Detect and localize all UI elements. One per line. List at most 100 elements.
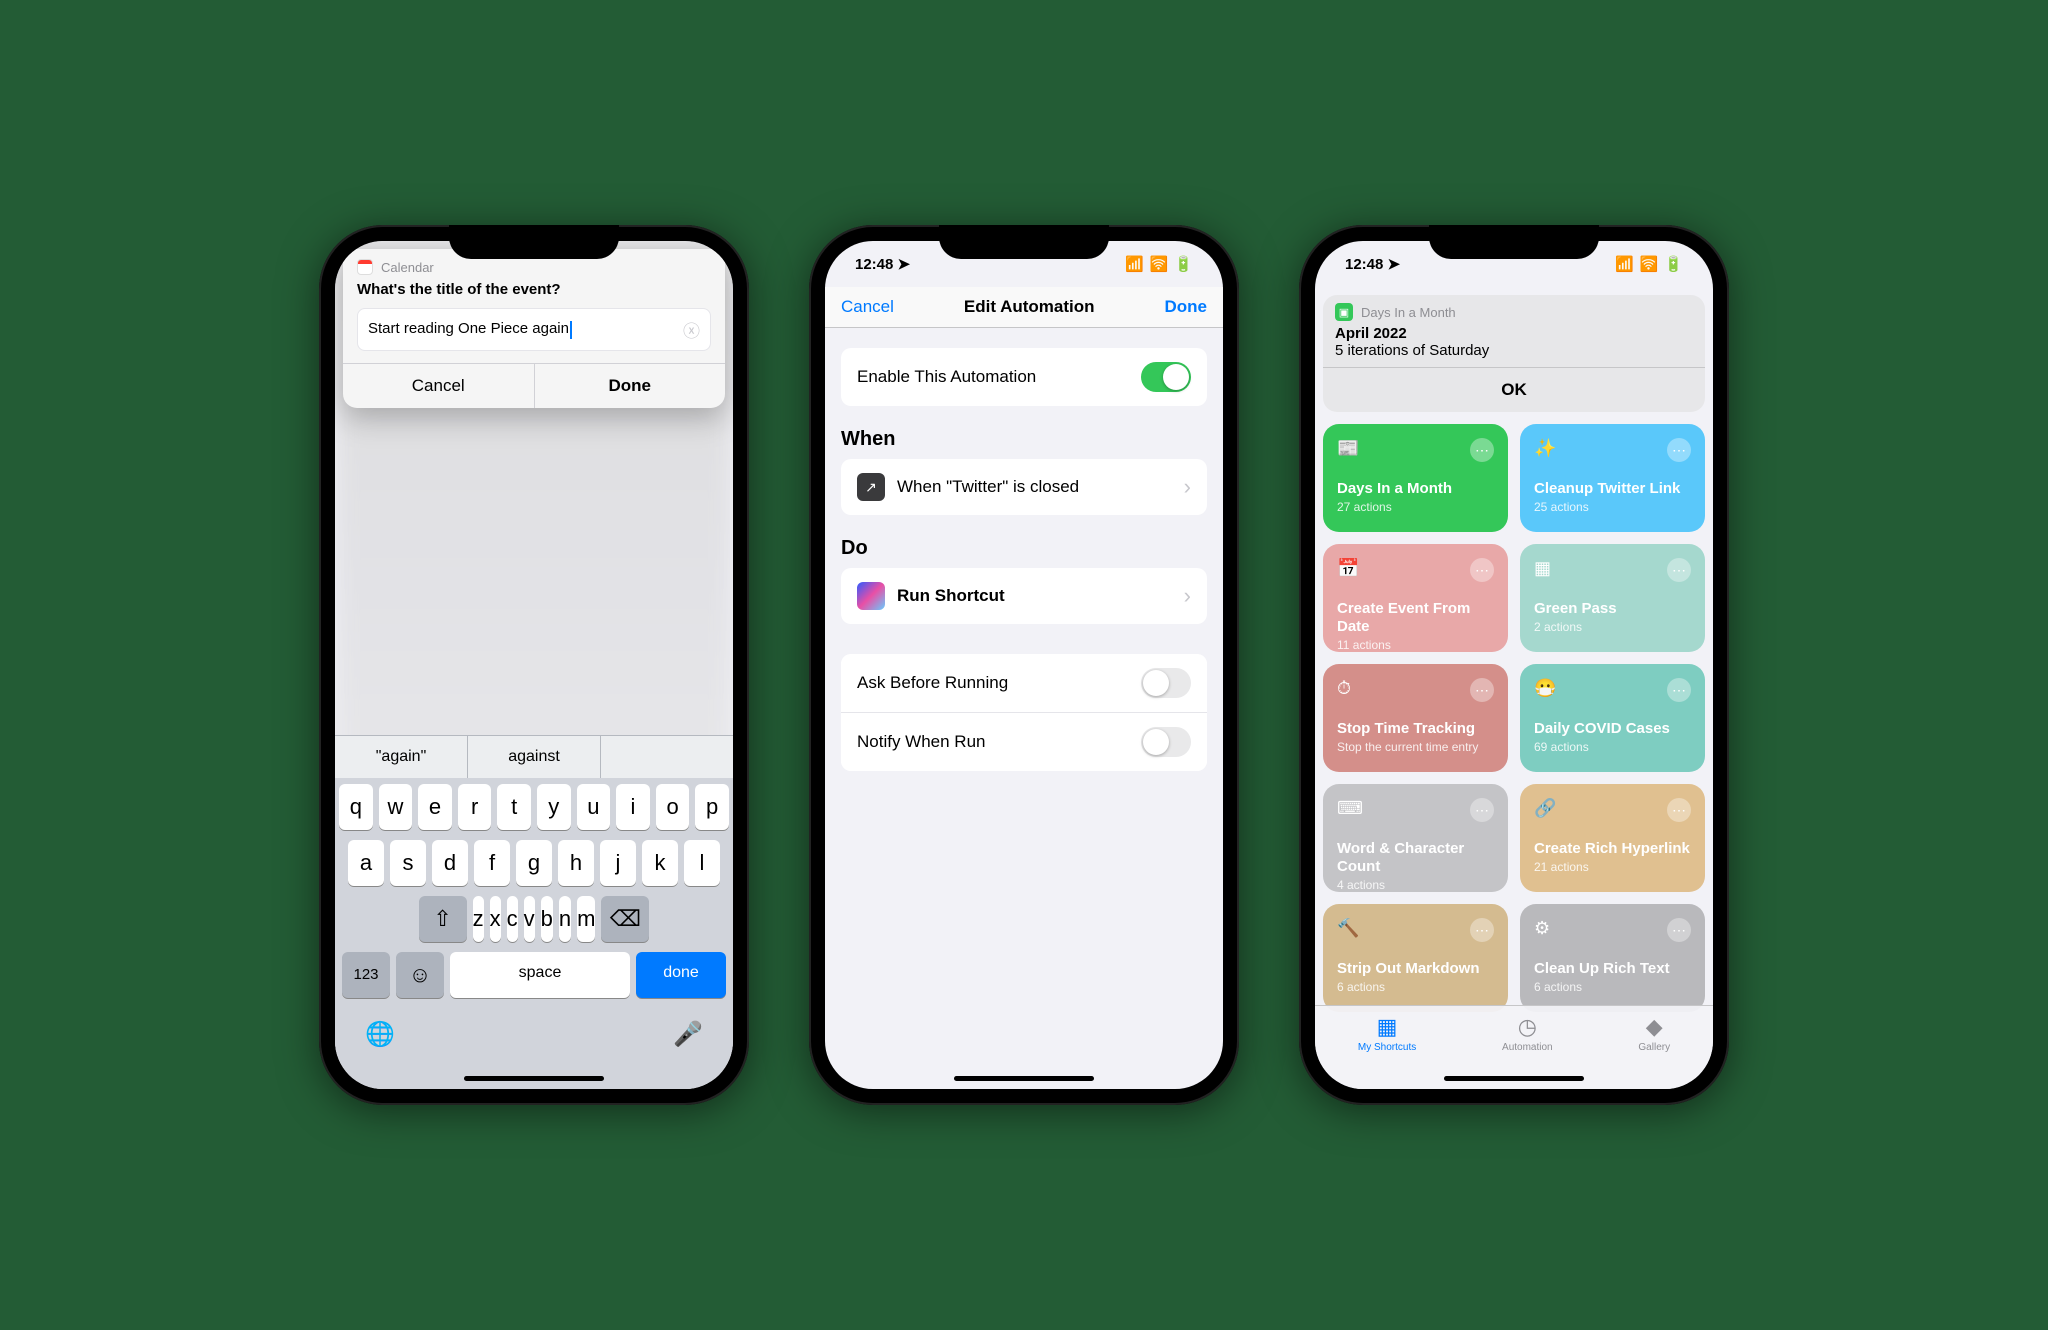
mic-icon[interactable]: 🎤 (673, 1020, 703, 1049)
keyboard-done-key[interactable]: done (636, 952, 726, 998)
tile-menu-icon[interactable]: ⋯ (1667, 558, 1691, 582)
key-a[interactable]: a (348, 840, 384, 886)
app-close-icon: ↗ (857, 473, 885, 501)
alert-title: April 2022 (1335, 325, 1693, 342)
tile-menu-icon[interactable]: ⋯ (1667, 678, 1691, 702)
ask-before-running-row: Ask Before Running (841, 654, 1207, 712)
key-y[interactable]: y (537, 784, 571, 830)
tile-name: Days In a Month (1337, 480, 1494, 498)
text-cursor (570, 321, 572, 339)
tile-name: Clean Up Rich Text (1534, 960, 1691, 978)
cancel-button[interactable]: Cancel (343, 364, 535, 408)
input-value: Start reading One Piece again (368, 320, 569, 337)
key-e[interactable]: e (418, 784, 452, 830)
key-q[interactable]: q (339, 784, 373, 830)
alert-ok-button[interactable]: OK (1323, 367, 1705, 412)
suggestion-2[interactable]: against (467, 736, 601, 778)
key-f[interactable]: f (474, 840, 510, 886)
battery-icon: 🔋 (1664, 255, 1683, 273)
suggestion-3[interactable] (601, 736, 733, 778)
key-r[interactable]: r (458, 784, 492, 830)
enable-toggle[interactable] (1141, 362, 1191, 392)
tile-menu-icon[interactable]: ⋯ (1470, 798, 1494, 822)
tile-icon: 🔨 (1337, 918, 1359, 939)
key-d[interactable]: d (432, 840, 468, 886)
tile-menu-icon[interactable]: ⋯ (1470, 678, 1494, 702)
event-title-input[interactable]: Start reading One Piece again ⓧ (357, 308, 711, 351)
tile-menu-icon[interactable]: ⋯ (1470, 438, 1494, 462)
key-o[interactable]: o (656, 784, 690, 830)
key-c[interactable]: c (507, 896, 518, 942)
clear-icon[interactable]: ⓧ (683, 317, 700, 342)
numbers-key[interactable]: 123 (342, 952, 390, 998)
shortcut-tile[interactable]: 🔗⋯Create Rich Hyperlink21 actions (1520, 784, 1705, 892)
key-p[interactable]: p (695, 784, 729, 830)
when-row[interactable]: ↗ When "Twitter" is closed › (841, 459, 1207, 515)
key-v[interactable]: v (524, 896, 535, 942)
home-indicator[interactable] (954, 1076, 1094, 1081)
key-g[interactable]: g (516, 840, 552, 886)
shift-key[interactable]: ⇧ (419, 896, 467, 942)
phone-3: 12:48 ➤ 📶 🛜 🔋 ▣ Days In a Month April 20… (1299, 225, 1729, 1105)
globe-icon[interactable]: 🌐 (365, 1020, 395, 1049)
backspace-key[interactable]: ⌫ (601, 896, 649, 942)
home-indicator[interactable] (464, 1076, 604, 1081)
home-indicator[interactable] (1444, 1076, 1584, 1081)
tab-gallery[interactable]: ◆Gallery (1638, 1014, 1670, 1089)
key-m[interactable]: m (577, 896, 595, 942)
keyboard[interactable]: "again" against qwertyuiop asdfghjkl ⇧ z… (335, 735, 733, 1089)
shortcut-mini-icon: ▣ (1335, 303, 1353, 321)
shortcut-tile[interactable]: ▦⋯Green Pass2 actions (1520, 544, 1705, 652)
key-t[interactable]: t (497, 784, 531, 830)
tab-my-shortcuts[interactable]: ▦My Shortcuts (1358, 1014, 1416, 1089)
status-time: 12:48 (855, 256, 893, 273)
do-header: Do (841, 537, 1207, 560)
space-key[interactable]: space (450, 952, 630, 998)
suggestion-1[interactable]: "again" (335, 736, 467, 778)
tile-menu-icon[interactable]: ⋯ (1470, 558, 1494, 582)
ask-for-input-card: Calendar What's the title of the event? … (343, 249, 725, 408)
tile-menu-icon[interactable]: ⋯ (1470, 918, 1494, 942)
tile-icon: 📰 (1337, 438, 1359, 459)
key-k[interactable]: k (642, 840, 678, 886)
tab-label: My Shortcuts (1358, 1042, 1416, 1053)
tile-menu-icon[interactable]: ⋯ (1667, 918, 1691, 942)
shortcut-tile[interactable]: ⌨⋯Word & Character Count4 actions (1323, 784, 1508, 892)
key-h[interactable]: h (558, 840, 594, 886)
key-w[interactable]: w (379, 784, 413, 830)
key-n[interactable]: n (559, 896, 571, 942)
key-s[interactable]: s (390, 840, 426, 886)
battery-icon: 🔋 (1174, 255, 1193, 273)
tile-icon: 🔗 (1534, 798, 1556, 819)
shortcut-tile[interactable]: ✨⋯Cleanup Twitter Link25 actions (1520, 424, 1705, 532)
key-i[interactable]: i (616, 784, 650, 830)
tile-name: Strip Out Markdown (1337, 960, 1494, 978)
tile-subtitle: 25 actions (1534, 500, 1691, 514)
shortcut-tile[interactable]: 📰⋯Days In a Month27 actions (1323, 424, 1508, 532)
key-u[interactable]: u (577, 784, 611, 830)
cancel-button[interactable]: Cancel (841, 297, 894, 317)
emoji-key[interactable]: ☺ (396, 952, 444, 998)
signal-icon: 📶 (1125, 255, 1144, 273)
key-l[interactable]: l (684, 840, 720, 886)
key-z[interactable]: z (473, 896, 484, 942)
shortcut-tile[interactable]: 📅⋯Create Event From Date11 actions (1323, 544, 1508, 652)
phone-1: Calendar What's the title of the event? … (319, 225, 749, 1105)
done-button[interactable]: Done (1165, 297, 1208, 317)
tile-menu-icon[interactable]: ⋯ (1667, 438, 1691, 462)
ask-label: Ask Before Running (857, 673, 1008, 693)
notify-toggle[interactable] (1141, 727, 1191, 757)
enable-automation-row: Enable This Automation (841, 348, 1207, 406)
key-j[interactable]: j (600, 840, 636, 886)
tile-menu-icon[interactable]: ⋯ (1667, 798, 1691, 822)
shortcut-tile[interactable]: 🔨⋯Strip Out Markdown6 actions (1323, 904, 1508, 1012)
shortcut-tile[interactable]: 😷⋯Daily COVID Cases69 actions (1520, 664, 1705, 772)
tile-name: Stop Time Tracking (1337, 720, 1494, 738)
key-x[interactable]: x (490, 896, 501, 942)
done-button[interactable]: Done (535, 364, 726, 408)
shortcut-tile[interactable]: ⏱⋯Stop Time TrackingStop the current tim… (1323, 664, 1508, 772)
key-b[interactable]: b (541, 896, 553, 942)
do-row[interactable]: Run Shortcut › (841, 568, 1207, 624)
shortcut-tile[interactable]: ⚙⋯Clean Up Rich Text6 actions (1520, 904, 1705, 1012)
ask-toggle[interactable] (1141, 668, 1191, 698)
